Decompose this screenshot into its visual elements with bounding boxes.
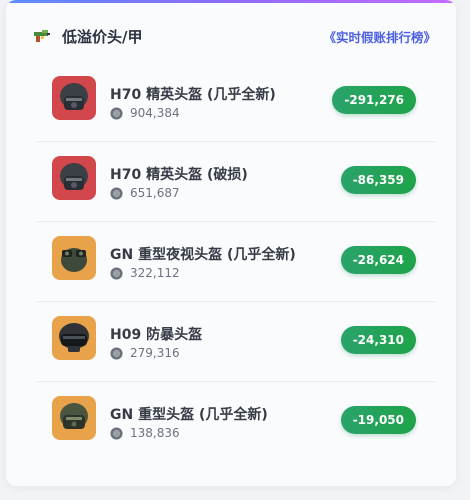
card-title: 低溢价头/甲 xyxy=(62,27,143,46)
item-price-value: 904,384 xyxy=(130,106,180,120)
price-delta-badge: -19,050 xyxy=(340,406,416,434)
heavy-helmet-icon xyxy=(60,403,88,429)
item-thumbnail xyxy=(52,156,96,200)
accent-bar xyxy=(6,0,456,3)
item-thumbnail xyxy=(52,76,96,120)
coin-icon xyxy=(110,426,123,440)
list-item[interactable]: H09 防暴头盔 279,316 -24,310 xyxy=(36,302,436,382)
item-thumbnail xyxy=(52,396,96,440)
card-header: 低溢价头/甲 《实时假账排行榜》 xyxy=(32,24,436,48)
item-name: GN 重型头盔 (几乎全新) xyxy=(110,407,268,423)
low-premium-card: 低溢价头/甲 《实时假账排行榜》 H70 精英头盔 (几乎全新) 904,384… xyxy=(6,0,456,486)
item-price-value: 279,316 xyxy=(130,346,180,360)
item-name: GN 重型夜视头盔 (几乎全新) xyxy=(110,247,296,263)
coin-icon xyxy=(110,186,123,200)
item-price: 322,112 xyxy=(110,266,180,280)
price-delta-badge: -291,276 xyxy=(332,86,416,114)
item-name: H09 防暴头盔 xyxy=(110,327,203,343)
item-price-value: 651,687 xyxy=(130,186,180,200)
item-name: H70 精英头盔 (破损) xyxy=(110,167,248,183)
item-price-value: 322,112 xyxy=(130,266,180,280)
item-price: 651,687 xyxy=(110,186,180,200)
list-item[interactable]: GN 重型头盔 (几乎全新) 138,836 -19,050 xyxy=(36,382,436,461)
gun-icon xyxy=(32,26,52,46)
item-price: 138,836 xyxy=(110,426,180,440)
item-thumbnail xyxy=(52,316,96,360)
coin-icon xyxy=(110,266,123,280)
price-delta-badge: -86,359 xyxy=(340,166,416,194)
coin-icon xyxy=(110,106,123,120)
list-item[interactable]: H70 精英头盔 (破损) 651,687 -86,359 xyxy=(36,142,436,222)
riot-helmet-icon xyxy=(59,323,89,352)
item-price: 904,384 xyxy=(110,106,180,120)
elite-helmet-icon xyxy=(60,83,88,110)
realtime-ranking-link[interactable]: 《实时假账排行榜》 xyxy=(323,27,436,46)
item-thumbnail xyxy=(52,236,96,280)
coin-icon xyxy=(110,346,123,360)
item-price-value: 138,836 xyxy=(130,426,180,440)
item-list: H70 精英头盔 (几乎全新) 904,384 -291,276 H70 精英头… xyxy=(36,62,436,461)
price-delta-badge: -28,624 xyxy=(340,246,416,274)
list-item[interactable]: GN 重型夜视头盔 (几乎全新) 322,112 -28,624 xyxy=(36,222,436,302)
price-delta-badge: -24,310 xyxy=(340,326,416,354)
item-price: 279,316 xyxy=(110,346,180,360)
night-vision-helmet-icon xyxy=(61,248,87,272)
list-item[interactable]: H70 精英头盔 (几乎全新) 904,384 -291,276 xyxy=(36,62,436,142)
elite-helmet-icon xyxy=(60,163,88,190)
item-name: H70 精英头盔 (几乎全新) xyxy=(110,87,276,103)
